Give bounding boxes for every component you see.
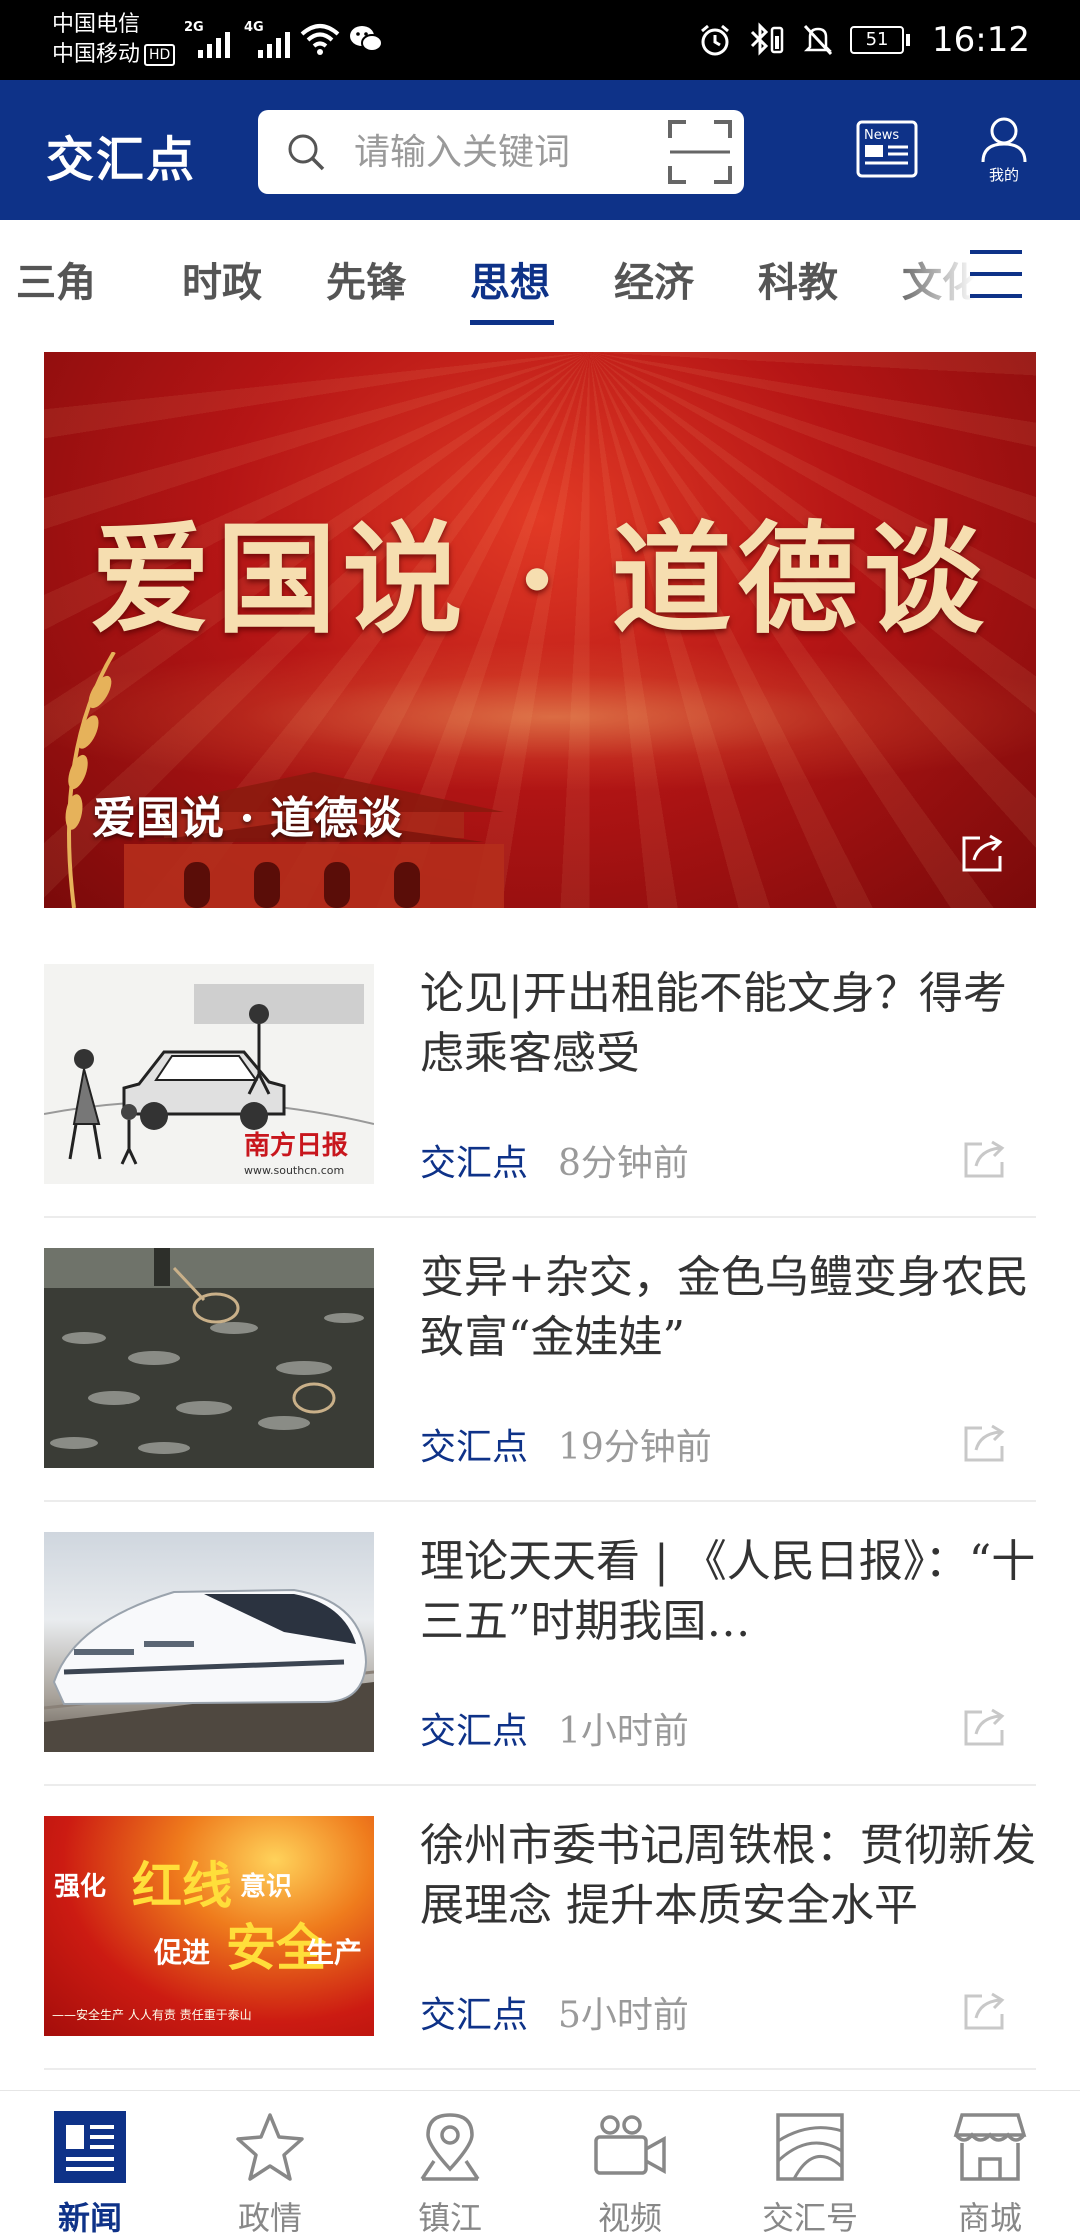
search-bar[interactable] — [258, 110, 744, 194]
newspaper-button[interactable]: News — [856, 120, 918, 178]
news-icon-label: News — [864, 128, 899, 143]
news-time: 1小时前 — [558, 1711, 689, 1752]
nav-video[interactable]: 视频 — [570, 2111, 690, 2239]
nav-label: 交汇号 — [761, 2199, 858, 2237]
status-time: 16:12 — [932, 20, 1030, 60]
tab-xianfeng[interactable]: 先锋 — [326, 250, 406, 308]
wechat-icon — [350, 26, 383, 52]
news-thumbnail — [44, 1248, 374, 1468]
profile-label: 我的 — [988, 166, 1019, 184]
news-source: 交汇点 — [420, 1995, 529, 2036]
nav-label: 商城 — [957, 2199, 1022, 2237]
news-thumbnail: 南方日报 www.southcn.com — [44, 964, 374, 1184]
news-source: 交汇点 — [420, 1427, 529, 1468]
news-title[interactable]: 理论天天看 | 《人民日报》：“十三五”时期我国… — [420, 1532, 1040, 1652]
tab-sanjiao[interactable]: 三角 — [16, 250, 96, 308]
store-icon — [953, 2113, 1027, 2181]
mute-icon — [803, 24, 833, 56]
news-time: 8分钟前 — [558, 1143, 689, 1184]
app-logo: 交汇点 — [46, 132, 197, 188]
news-item[interactable]: 理论天天看 | 《人民日报》：“十三五”时期我国… 交汇点 1小时前 — [44, 1502, 1036, 1786]
wheat-decoration — [65, 652, 116, 908]
status-bar: 中国电信 中国移动 HD 2G 4G 51 16:12 — [0, 0, 1080, 80]
jiaohuihao-icon — [776, 2113, 844, 2181]
news-item[interactable]: 强化 红线 意识 促进 安全 生产 ——安全生产 人人有责 责任重于泰山 徐州市… — [44, 1786, 1036, 2070]
battery-icon: 51 — [850, 26, 911, 54]
bluetooth-icon — [750, 22, 784, 56]
search-icon — [288, 134, 325, 171]
wifi-icon — [300, 24, 340, 55]
tab-kejiao[interactable]: 科教 — [758, 250, 838, 308]
user-icon — [981, 117, 1027, 163]
video-camera-icon — [594, 2115, 666, 2175]
nav-store[interactable]: 商城 — [930, 2111, 1050, 2239]
star-icon — [236, 2113, 304, 2181]
share-icon[interactable] — [962, 1138, 1008, 1180]
search-input[interactable] — [354, 126, 614, 178]
alarm-icon — [701, 24, 729, 56]
signal-2g-icon: 2G — [184, 20, 234, 58]
news-item[interactable]: 南方日报 www.southcn.com 论见|开出租能不能文身？得考虑乘客感受… — [44, 934, 1036, 1218]
news-source: 交汇点 — [420, 1711, 529, 1752]
news-thumbnail — [44, 1532, 374, 1752]
carrier-1: 中国电信 — [52, 12, 141, 37]
channel-menu-icon[interactable] — [966, 244, 1026, 304]
scan-icon[interactable] — [666, 118, 734, 186]
nav-label: 镇江 — [417, 2199, 482, 2237]
nav-label: 新闻 — [57, 2199, 122, 2237]
app-header: 交汇点 News 我的 — [0, 80, 1080, 220]
thumb-watermark: 南方日报 — [244, 1130, 348, 1161]
news-time: 19分钟前 — [558, 1427, 712, 1468]
nav-zhengqing[interactable]: 政情 — [210, 2111, 330, 2239]
nav-label: 视频 — [597, 2199, 662, 2237]
active-tab-indicator — [470, 320, 554, 325]
share-icon[interactable] — [960, 832, 1006, 874]
nav-label: 政情 — [237, 2199, 302, 2237]
newspaper-icon — [54, 2111, 126, 2183]
carrier-info: 中国电信 中国移动 HD — [52, 10, 176, 70]
nav-jiaohuihao[interactable]: 交汇号 — [750, 2111, 870, 2239]
bottom-nav: 新闻 政情 镇江 视频 交汇号 商城 — [0, 2090, 1080, 2240]
svg-text:www.southcn.com: www.southcn.com — [244, 1164, 344, 1177]
news-source: 交汇点 — [420, 1143, 529, 1184]
news-item[interactable]: 变异+杂交，金色乌鳢变身农民致富“金娃娃” 交汇点 19分钟前 — [44, 1218, 1036, 1502]
tab-sixiang[interactable]: 思想 — [470, 250, 550, 308]
news-title[interactable]: 变异+杂交，金色乌鳢变身农民致富“金娃娃” — [420, 1248, 1040, 1368]
nav-zhenjiang[interactable]: 镇江 — [390, 2111, 510, 2239]
share-icon[interactable] — [962, 1422, 1008, 1464]
profile-button[interactable]: 我的 — [974, 114, 1034, 185]
location-pin-icon — [420, 2113, 480, 2181]
category-tabs: 三角 时政 先锋 思想 经济 科教 文化 — [0, 220, 1080, 332]
hero-banner[interactable]: 爱国说 · 道德谈 爱国说 · 道德谈 — [44, 352, 1036, 908]
news-title[interactable]: 徐州市委书记周铁根：贯彻新发展理念 提升本质安全水平 — [420, 1816, 1040, 1936]
hd-badge: HD — [144, 44, 176, 66]
hero-banner-text: 爱国说 · 道德谈 — [90, 509, 990, 650]
battery-level: 51 — [850, 26, 905, 54]
news-thumbnail: 强化 红线 意识 促进 安全 生产 ——安全生产 人人有责 责任重于泰山 — [44, 1816, 374, 2036]
news-time: 5小时前 — [558, 1995, 689, 2036]
tab-jingji[interactable]: 经济 — [614, 250, 694, 308]
news-title[interactable]: 论见|开出租能不能文身？得考虑乘客感受 — [420, 964, 1040, 1084]
carrier-2: 中国移动 — [52, 42, 141, 67]
tab-shizheng[interactable]: 时政 — [182, 250, 262, 308]
share-icon[interactable] — [962, 1706, 1008, 1748]
nav-news[interactable]: 新闻 — [30, 2111, 150, 2239]
signal-4g-icon: 4G — [244, 20, 294, 58]
share-icon[interactable] — [962, 1990, 1008, 2032]
hero-caption: 爱国说 · 道德谈 — [92, 793, 402, 844]
